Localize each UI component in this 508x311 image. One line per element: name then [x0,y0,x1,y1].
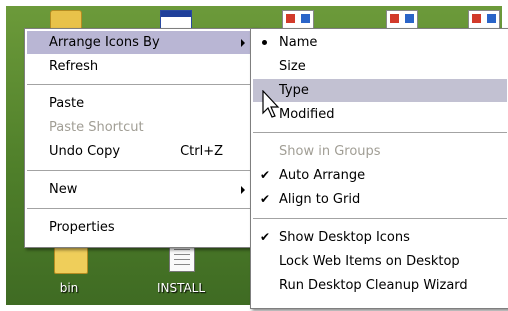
menu-item-new[interactable]: New [27,178,255,201]
menu-item-label: Arrange Icons By [49,35,160,50]
menu-item-label: New [49,182,78,197]
arrange-icons-submenu: Name Size Type Modified Show in Groups ✔… [250,28,508,309]
menu-item-properties[interactable]: Properties [27,216,255,239]
menu-item-label: Show in Groups [279,144,381,159]
submenu-item-align-to-grid[interactable]: ✔ Align to Grid [253,188,507,211]
submenu-item-name[interactable]: Name [253,31,507,54]
submenu-item-lock-web-items[interactable]: Lock Web Items on Desktop [253,250,507,273]
desktop-context-menu: Arrange Icons By Refresh Paste Paste Sho… [24,28,258,248]
radio-bullet-icon [262,40,267,45]
menu-separator [253,132,507,133]
menu-item-label: Paste [49,96,85,111]
menu-item-label: Undo Copy [49,144,121,159]
submenu-item-show-desktop-icons[interactable]: ✔ Show Desktop Icons [253,226,507,249]
menu-item-label: Modified [279,107,335,122]
menu-item-label: Show Desktop Icons [279,230,410,245]
submenu-item-modified[interactable]: Modified [253,103,507,126]
shortcut-key: Ctrl+Z [180,144,223,159]
menu-separator [27,208,255,209]
menu-item-label: Lock Web Items on Desktop [279,254,460,269]
desktop-icon-label-bin[interactable]: bin [34,281,104,295]
desktop-icon-label-install[interactable]: INSTALL [146,281,216,295]
menu-item-label: Run Desktop Cleanup Wizard [279,278,468,293]
submenu-item-type[interactable]: Type [253,79,507,102]
menu-item-label: Size [279,59,306,74]
checkmark-icon: ✔ [260,192,271,206]
submenu-item-desktop-cleanup-wizard[interactable]: Run Desktop Cleanup Wizard [253,274,507,297]
menu-separator [27,170,255,171]
menu-separator [27,84,255,85]
menu-item-arrange-icons-by[interactable]: Arrange Icons By [27,31,255,54]
menu-item-undo-copy[interactable]: Undo Copy Ctrl+Z [27,140,255,163]
menu-item-paste-shortcut: Paste Shortcut [27,116,255,139]
menu-item-label: Refresh [49,59,99,74]
menu-item-label: Auto Arrange [279,168,366,183]
menu-item-label: Name [279,35,318,50]
menu-item-refresh[interactable]: Refresh [27,55,255,78]
menu-item-paste[interactable]: Paste [27,92,255,115]
submenu-item-size[interactable]: Size [253,55,507,78]
menu-separator [253,218,507,219]
bin-folder-icon[interactable] [54,244,88,274]
checkmark-icon: ✔ [260,168,271,182]
menu-item-label: Properties [49,220,115,235]
menu-item-label: Paste Shortcut [49,120,144,135]
submenu-item-show-in-groups: Show in Groups [253,140,507,163]
menu-item-label: Align to Grid [279,192,361,207]
submenu-arrow-icon [241,39,245,47]
mouse-pointer-icon [262,90,280,118]
submenu-arrow-icon [241,186,245,194]
checkmark-icon: ✔ [260,230,271,244]
submenu-item-auto-arrange[interactable]: ✔ Auto Arrange [253,164,507,187]
